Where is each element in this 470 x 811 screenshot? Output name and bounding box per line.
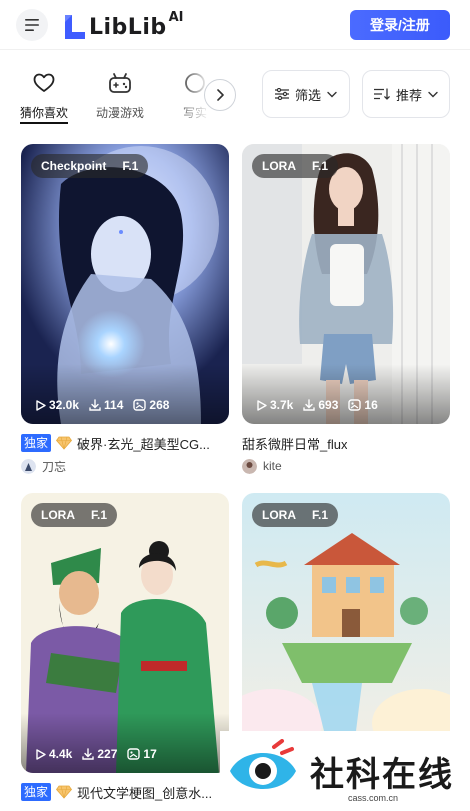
download-icon [303,399,316,411]
thumbnail-shade [242,364,450,424]
downloads-count: 227 [97,747,118,761]
chevron-down-icon [327,91,337,97]
thumbnail-shade [21,364,229,424]
downloads-stat: 693 [303,398,338,412]
menu-button[interactable] [16,9,48,41]
base-model-label: F.1 [91,508,108,522]
model-type-label: LORA [262,508,296,522]
base-model-label: F.1 [312,159,329,173]
hamburger-menu-icon [25,19,39,31]
model-title[interactable]: 甜系微胖日常_flux [242,434,347,453]
filter-label: 筛选 [294,87,321,103]
card-stats: 32.0k 114 268 [35,398,169,412]
category-tabs: 猜你喜欢 动漫游戏 写实 [0,62,470,132]
tab-label: 猜你喜欢 [19,106,68,120]
filter-sliders-icon [274,88,289,100]
active-tab-indicator [20,122,68,124]
downloads-count: 114 [104,398,124,412]
images-count: 17 [143,747,157,761]
author-name[interactable]: 刀忘 [42,458,66,475]
sort-icon [373,88,390,100]
views-stat: 32.0k [35,398,79,412]
watermark-logo: 社科在线 cass.com.cn [220,731,470,811]
model-thumbnail[interactable]: LORA F.1 4.4k 227 17 [21,493,229,773]
image-icon [127,748,141,760]
logo-mark-icon [65,15,85,39]
tab-anime-games[interactable]: 动漫游戏 [85,70,155,121]
diamond-icon [56,785,73,799]
logo-text: LibLib [89,15,167,40]
model-thumbnail[interactable]: Checkpoint F.1 32.0k 114 268 [21,144,229,424]
model-type-label: LORA [262,159,296,173]
author-avatar[interactable] [242,458,257,474]
logo-ai-text: AI [168,10,184,25]
model-card[interactable]: LORA F.1 3.7k 693 16 甜系微胖日常_flux kite [242,144,450,475]
model-title[interactable]: 破界·玄光_超美型CG... [77,434,210,453]
watermark-url: cass.com.cn [348,793,399,803]
tab-guess-you-like[interactable]: 猜你喜欢 [9,70,79,121]
gamepad-icon [109,73,131,93]
model-card[interactable]: LORA F.1 4.4k 227 17 独家 现代文学梗图_创意水... [21,493,229,802]
tab-label: 动漫游戏 [95,106,144,120]
heart-icon [33,73,55,92]
filter-dropdown[interactable]: 筛选 [262,70,350,118]
views-stat: 3.7k [256,398,293,412]
watermark-text: 社科在线 [310,754,454,795]
model-type-label: LORA [41,508,75,522]
images-count: 268 [149,398,170,412]
eye-logo-icon [230,739,296,789]
sort-label: 推荐 [395,87,422,103]
sort-dropdown[interactable]: 推荐 [362,70,450,118]
model-type-badge: LORA F.1 [252,503,339,527]
download-icon [82,748,95,760]
views-count: 4.4k [49,747,73,761]
download-icon [89,399,101,411]
play-icon [36,399,46,411]
images-stat: 16 [348,398,378,412]
chevron-down-icon [428,91,438,97]
chevron-right-icon [217,89,224,101]
author-name[interactable]: kite [263,459,282,473]
play-icon [36,748,46,760]
top-header: LibLib AI 登录/注册 [0,0,470,50]
images-count: 16 [364,398,378,412]
model-type-badge: Checkpoint F.1 [31,154,149,178]
downloads-stat: 227 [82,747,117,761]
images-stat: 268 [133,398,169,412]
model-type-badge: LORA F.1 [252,154,339,178]
base-model-label: F.1 [122,159,139,173]
author-avatar[interactable] [21,458,36,474]
image-icon [348,399,362,411]
images-stat: 17 [127,747,157,761]
login-register-button[interactable]: 登录/注册 [350,10,450,40]
views-stat: 4.4k [35,747,72,761]
liblib-logo[interactable]: LibLib AI [63,10,184,40]
views-count: 32.0k [49,398,80,412]
model-thumbnail[interactable]: LORA F.1 3.7k 693 16 [242,144,450,424]
model-type-label: Checkpoint [41,159,107,173]
model-card[interactable]: Checkpoint F.1 32.0k 114 268 独家 破界·玄光_超美… [21,144,229,475]
play-icon [257,399,267,411]
thumbnail-shade [21,713,229,773]
card-stats: 4.4k 227 17 [35,747,157,761]
model-title[interactable]: 现代文学梗图_创意水... [77,783,212,802]
exclusive-tag: 独家 [21,434,52,452]
base-model-label: F.1 [312,508,329,522]
diamond-icon [56,436,73,450]
image-icon [133,399,147,411]
downloads-stat: 114 [89,398,123,412]
exclusive-tag: 独家 [21,783,52,801]
model-type-badge: LORA F.1 [31,503,118,527]
views-count: 3.7k [270,398,294,412]
downloads-count: 693 [318,398,339,412]
card-stats: 3.7k 693 16 [256,398,378,412]
tabs-scroll-right-button[interactable] [204,79,236,111]
